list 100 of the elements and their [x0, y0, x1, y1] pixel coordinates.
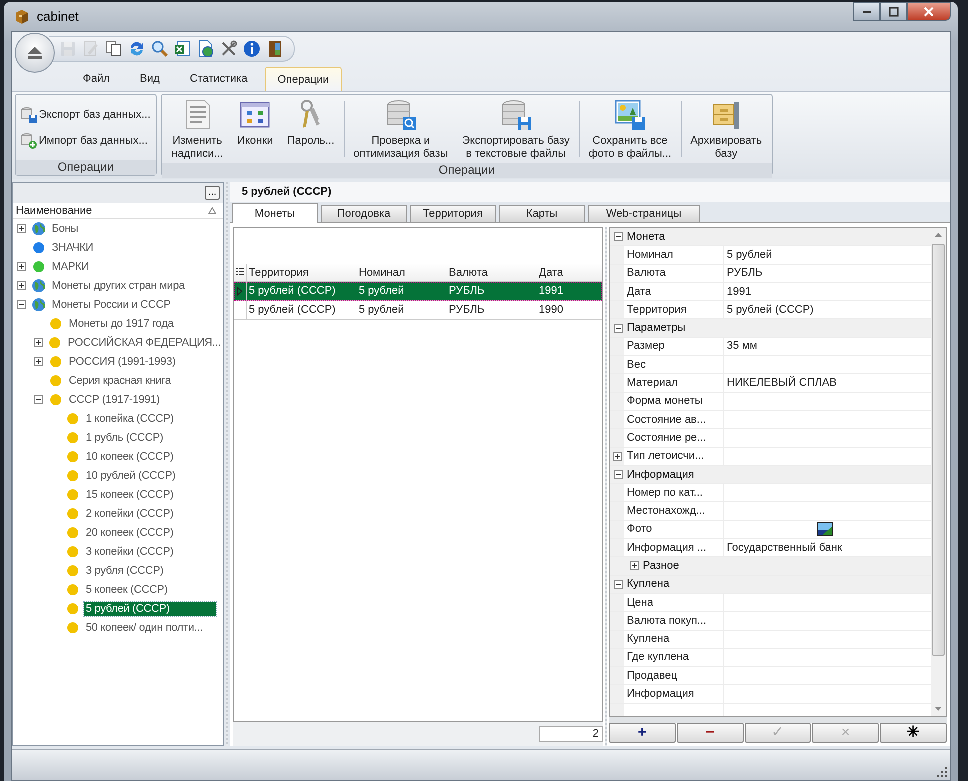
property-name: Фото [627, 523, 652, 536]
scroll-up-icon[interactable] [934, 232, 943, 238]
tree-item[interactable]: Монеты до 1917 года [67, 316, 176, 330]
collapse-icon[interactable] [614, 324, 623, 333]
tree-item[interactable]: 5 копеек (СССР) [84, 582, 170, 596]
app-icon [14, 8, 30, 24]
property-value[interactable]: 1991 [727, 286, 752, 298]
tree-item[interactable]: Монеты других стран мира [50, 278, 187, 292]
tree-item[interactable]: 10 рублей (СССР) [84, 468, 178, 482]
tree-item[interactable]: 1 рубль (СССР) [84, 430, 166, 444]
maximize-icon [888, 6, 898, 16]
minimize-button[interactable] [853, 2, 880, 21]
expand-icon[interactable] [17, 281, 26, 290]
close-button[interactable] [907, 2, 951, 21]
tree-item[interactable]: 2 копейки (СССР) [84, 506, 176, 520]
tree-item[interactable]: 3 копейки (СССР) [84, 544, 176, 558]
ribbon-button[interactable]: Проверка и оптимизация базы [346, 97, 456, 163]
tree-item[interactable]: Боны [50, 222, 81, 236]
expand-icon[interactable] [613, 452, 622, 461]
collapse-icon[interactable] [17, 300, 26, 309]
category-row[interactable]: Информация [610, 466, 931, 484]
property-value[interactable]: РУБЛЬ [727, 267, 763, 280]
expand-icon[interactable] [34, 357, 43, 366]
category-label: Куплена [627, 578, 670, 590]
tree-item[interactable]: 1 копейка (СССР) [84, 412, 176, 426]
ribbon-tab[interactable]: Файл [70, 67, 124, 91]
toolbar-button[interactable]: ✳ [880, 723, 947, 743]
property-value[interactable]: 35 мм [727, 340, 758, 352]
tree-item[interactable]: 10 копеек (СССР) [84, 450, 176, 464]
property-name: Форма монеты [627, 395, 703, 408]
table-row[interactable]: 5 рублей (СССР) 5 рублей РУБЛЬ 1990 [234, 301, 602, 320]
ribbon-button[interactable]: Экспорт баз данных... [19, 105, 153, 125]
collapse-icon[interactable] [614, 580, 623, 589]
ribbon-tab[interactable]: Операции [264, 67, 342, 91]
application-menu-button[interactable] [15, 33, 55, 73]
tree-item[interactable]: МАРКИ [50, 260, 92, 274]
splitter-handle[interactable] [609, 717, 947, 723]
property-value[interactable]: НИКЕЛЕВЫЙ СПЛАВ [727, 377, 837, 390]
expand-icon[interactable] [630, 561, 639, 570]
splitter-handle[interactable] [224, 182, 230, 746]
toolbar-button[interactable]: − [676, 723, 744, 743]
table-row[interactable]: 5 рублей (СССР) 5 рублей РУБЛЬ 1991 [234, 282, 602, 301]
collapse-icon[interactable] [34, 395, 43, 404]
column-header[interactable]: Валюта [447, 266, 537, 278]
splitter-handle[interactable] [603, 227, 609, 746]
scroll-down-icon[interactable] [934, 706, 943, 712]
column-header[interactable]: Дата [537, 266, 599, 278]
tree-item[interactable]: 3 рубля (СССР) [84, 564, 166, 578]
ribbon-button[interactable]: Сохранить все фото в файлы... [582, 97, 679, 163]
expand-icon[interactable] [34, 338, 43, 347]
tab[interactable]: Погодовка [321, 205, 407, 222]
column-chooser-icon[interactable] [236, 268, 244, 277]
tree-item[interactable]: СССР (1917-1991) [67, 392, 162, 406]
tree-item[interactable]: 20 копеек (СССР) [84, 526, 176, 540]
database-add-icon [21, 133, 37, 149]
scrollbar-thumb[interactable] [932, 244, 945, 656]
category-row[interactable]: Монета [610, 228, 931, 246]
collapse-icon[interactable] [614, 470, 623, 479]
options-button[interactable]: ... [205, 186, 220, 200]
minimize-icon [862, 10, 870, 12]
tree-item[interactable]: 50 копеек/ один полти... [84, 620, 205, 634]
resize-grip-icon[interactable] [937, 767, 947, 777]
property-value[interactable]: 5 рублей (СССР) [727, 304, 814, 316]
tree-item[interactable]: РОССИЯ (1991-1993) [67, 354, 178, 368]
ribbon-button[interactable]: Пароль... [280, 97, 342, 150]
maximize-button[interactable] [880, 2, 907, 21]
ribbon-tab[interactable]: Статистика [176, 67, 261, 91]
column-header[interactable]: Территория [247, 266, 357, 278]
tree-item[interactable]: РОССИЙСКАЯ ФЕДЕРАЦИЯ... [66, 336, 223, 350]
collapse-icon[interactable] [614, 232, 623, 242]
category-row[interactable]: Куплена [610, 576, 931, 594]
tree-item[interactable]: Монеты России и СССР [50, 298, 173, 312]
scrollbar[interactable] [931, 228, 946, 716]
table-cell-text: 5 рублей [358, 304, 406, 316]
tab[interactable]: Монеты [232, 203, 318, 223]
column-header[interactable]: Наименование [13, 203, 223, 219]
ribbon-button[interactable]: Иконки [230, 97, 280, 150]
tab[interactable]: Карты [499, 205, 585, 222]
category-row[interactable]: Параметры [610, 319, 931, 338]
tree-item[interactable]: ЗНАЧКИ [50, 240, 96, 254]
property-value[interactable]: Государственный банк [727, 542, 842, 554]
ribbon-button[interactable]: Изменить надписи... [164, 97, 230, 163]
tree-item[interactable]: 5 рублей (СССР) [84, 602, 216, 616]
category-row[interactable]: Разное [610, 557, 931, 576]
tree-item[interactable]: Серия красная книга [67, 374, 174, 388]
column-header[interactable]: Номинал [357, 266, 447, 278]
tab[interactable]: Территория [410, 205, 496, 222]
tab[interactable]: Web-страницы [588, 205, 700, 222]
image-icon[interactable] [817, 522, 833, 536]
property-value[interactable]: 5 рублей [727, 248, 772, 261]
ribbon-tab[interactable]: Вид [127, 67, 173, 91]
expand-icon[interactable] [17, 262, 26, 271]
ribbon-button[interactable]: Архивировать базу [684, 97, 770, 163]
ribbon-button[interactable]: Импорт баз данных... [19, 131, 153, 151]
group-title: Операции [162, 163, 772, 178]
tree-item[interactable]: 15 копеек (СССР) [84, 488, 176, 502]
expand-icon[interactable] [17, 224, 26, 233]
ribbon-button[interactable]: Экспортировать базу в текстовые файлы [455, 97, 577, 163]
info-icon[interactable] [241, 38, 263, 60]
toolbar-button[interactable]: + [609, 723, 676, 743]
